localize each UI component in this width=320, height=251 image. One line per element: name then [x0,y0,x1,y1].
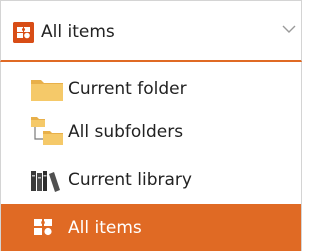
menu-item-label: Current library [68,170,192,190]
scope-dropdown[interactable]: All items [0,0,302,62]
menu-item-all-subfolders[interactable]: All subfolders [1,111,301,153]
scope-menu: Current folder All subfolders Current li… [0,62,302,251]
menu-item-current-folder[interactable]: Current folder [1,68,301,110]
menu-item-current-library[interactable]: Current library [1,159,301,201]
all-items-icon [13,22,34,43]
menu-item-label: All subfolders [68,122,184,142]
scope-selector: All items Current folder All subfolders … [0,0,302,251]
folder-icon [30,76,64,106]
menu-item-all-items[interactable]: All items [1,204,301,251]
subfolders-icon [29,115,65,151]
library-icon [29,169,63,197]
all-items-icon [32,216,56,242]
menu-item-label: Current folder [68,79,187,99]
chevron-down-icon[interactable] [281,21,297,37]
dropdown-selected-label: All items [41,22,115,42]
menu-item-label: All items [68,218,142,238]
